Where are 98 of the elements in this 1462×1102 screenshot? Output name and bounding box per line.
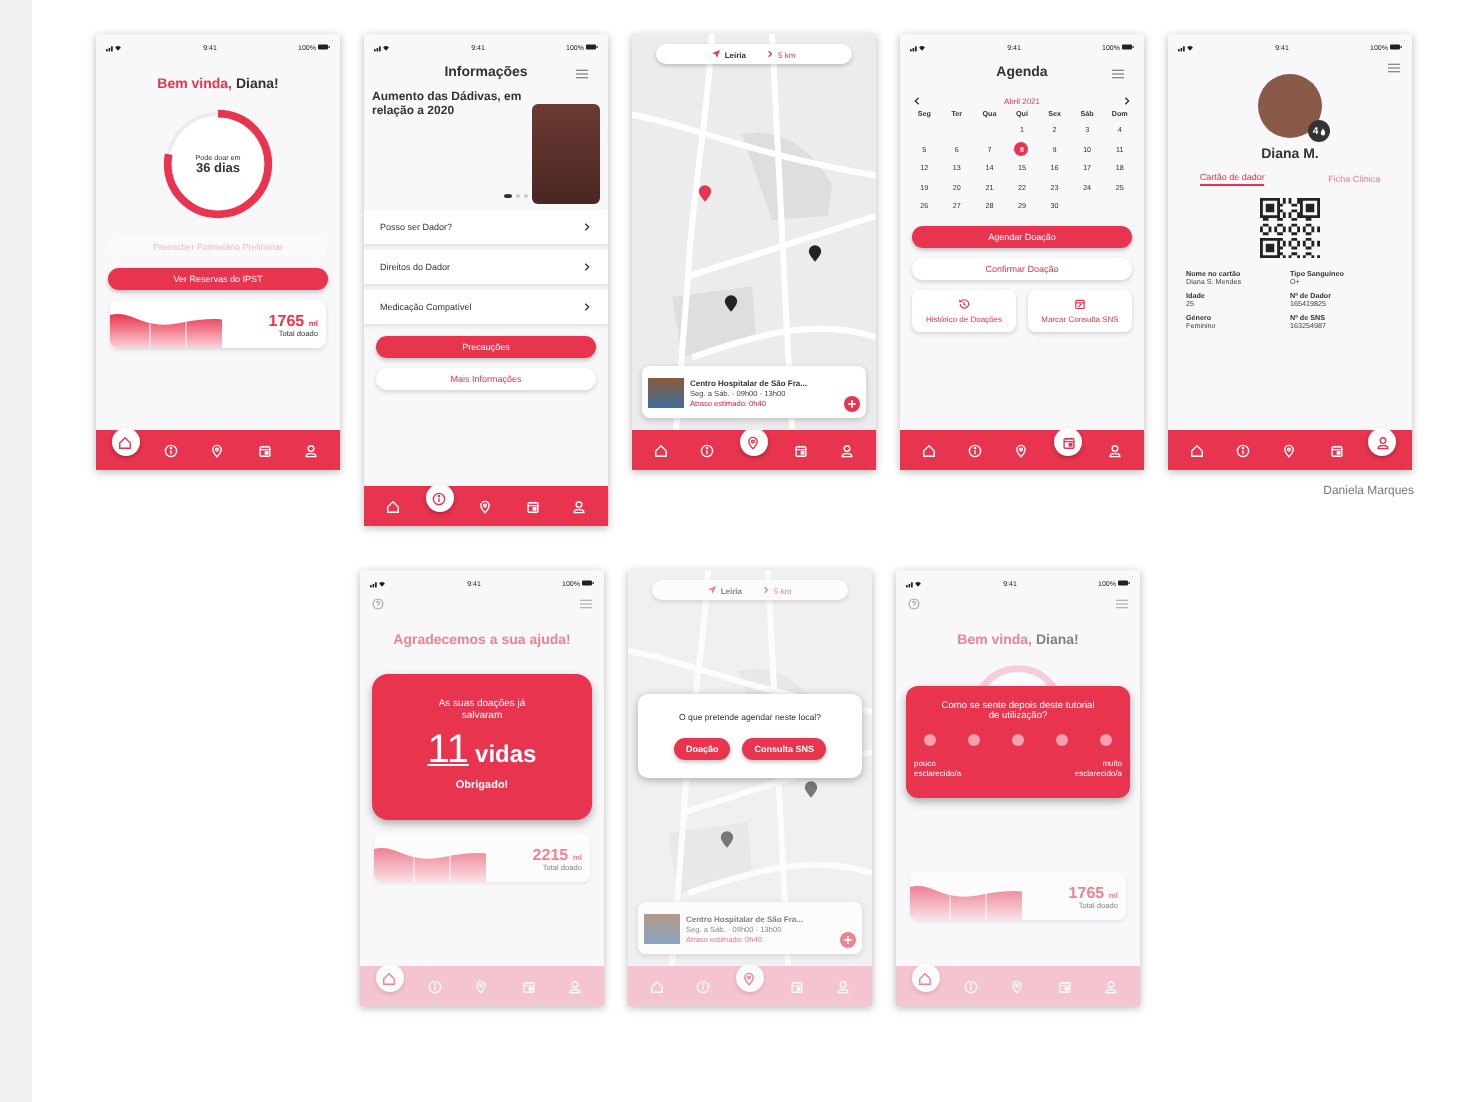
home-icon — [118, 435, 133, 449]
home-icon — [1190, 443, 1205, 457]
navigation-arrow-icon — [708, 586, 717, 594]
rating-option[interactable] — [1099, 734, 1112, 746]
user-icon — [1103, 979, 1118, 993]
info-icon — [696, 979, 711, 993]
location-pin-icon[interactable] — [724, 294, 738, 312]
home-icon — [382, 971, 397, 985]
rating-option[interactable] — [968, 734, 981, 746]
signal-icon — [106, 43, 122, 51]
calendar-icon — [257, 443, 272, 457]
menu-icon[interactable] — [1388, 62, 1400, 74]
battery-icon — [1389, 44, 1402, 50]
user-icon — [1375, 435, 1390, 449]
chevron-right-icon — [582, 262, 592, 272]
info-icon — [1236, 443, 1251, 457]
chevron-left-icon[interactable] — [912, 96, 922, 106]
calendar-icon — [521, 979, 536, 993]
user-icon — [567, 979, 582, 993]
location-pin-icon — [1014, 443, 1029, 457]
location-pin-icon — [474, 979, 489, 993]
signal-icon — [910, 43, 926, 51]
nav-tab[interactable] — [111, 428, 140, 456]
add-button[interactable] — [844, 396, 860, 412]
calendar-icon — [789, 979, 804, 993]
nav-tab[interactable] — [425, 484, 454, 512]
photo-placeholder — [644, 913, 680, 943]
chevron-right-icon[interactable] — [1121, 96, 1132, 106]
info-icon — [432, 491, 447, 505]
rating-option[interactable] — [1055, 734, 1068, 746]
nav-tab[interactable] — [1368, 428, 1397, 456]
photo-placeholder — [648, 377, 684, 407]
info-icon — [428, 979, 443, 993]
location-pin-icon — [742, 971, 757, 985]
user-icon — [303, 443, 318, 457]
user-icon — [839, 443, 854, 457]
user-icon — [835, 979, 850, 993]
nav-tab[interactable] — [911, 964, 940, 992]
help-icon[interactable] — [908, 598, 920, 610]
signal-icon — [906, 579, 922, 587]
calendar-icon — [793, 443, 808, 457]
chevron-right-icon — [762, 586, 770, 594]
rating-option[interactable] — [1011, 734, 1024, 746]
home-icon — [650, 979, 665, 993]
location-pin-icon — [210, 443, 225, 457]
lives-count: 11 — [427, 728, 470, 774]
signal-icon — [370, 579, 386, 587]
chevron-right-icon — [766, 50, 774, 58]
history-icon — [958, 297, 970, 309]
calendar-edit-icon — [1074, 297, 1086, 309]
nav-tab[interactable] — [1054, 428, 1083, 456]
nav-tab[interactable] — [375, 964, 404, 992]
battery-icon — [317, 44, 330, 50]
carousel-dot[interactable] — [504, 193, 512, 198]
calendar-icon — [525, 499, 540, 513]
help-icon[interactable] — [372, 598, 384, 610]
info-icon — [164, 443, 179, 457]
battery-icon — [1117, 580, 1130, 586]
plus-icon — [846, 398, 858, 410]
calendar-icon — [1057, 979, 1072, 993]
photo-placeholder — [532, 104, 600, 204]
menu-icon[interactable] — [576, 67, 588, 79]
info-icon — [968, 443, 983, 457]
chevron-right-icon — [582, 222, 592, 232]
calendar-icon — [1061, 435, 1076, 449]
home-icon — [386, 499, 401, 513]
user-icon — [571, 499, 586, 513]
location-pin-icon[interactable] — [808, 244, 822, 262]
battery-icon — [585, 44, 598, 50]
battery-icon — [1121, 44, 1134, 50]
qr-code-drawing — [1260, 198, 1320, 258]
home-icon — [918, 971, 933, 985]
carousel-dot[interactable] — [515, 193, 520, 198]
add-button[interactable] — [840, 932, 856, 948]
signal-icon — [1178, 43, 1194, 51]
chevron-right-icon — [582, 302, 592, 312]
menu-icon[interactable] — [1112, 67, 1124, 79]
avatar-placeholder — [1258, 74, 1322, 138]
rating-option[interactable] — [924, 734, 937, 746]
location-pin-icon — [478, 499, 493, 513]
nav-tab[interactable] — [739, 428, 768, 456]
carousel-dot[interactable] — [523, 193, 528, 198]
home-icon — [654, 443, 669, 457]
lives-unit: vidas — [475, 740, 537, 768]
plus-icon — [842, 934, 854, 946]
calendar-icon — [1329, 443, 1344, 457]
signal-icon — [374, 43, 390, 51]
battery-icon — [581, 580, 594, 586]
home-icon — [922, 443, 937, 457]
location-pin-icon — [1010, 979, 1025, 993]
navigation-arrow-icon — [712, 50, 721, 58]
info-icon — [964, 979, 979, 993]
user-icon — [1107, 443, 1122, 457]
drop-icon — [1319, 127, 1326, 135]
location-pin-icon — [1282, 443, 1297, 457]
nav-tab[interactable] — [735, 964, 764, 992]
info-icon — [700, 443, 715, 457]
location-pin-icon — [746, 435, 761, 449]
